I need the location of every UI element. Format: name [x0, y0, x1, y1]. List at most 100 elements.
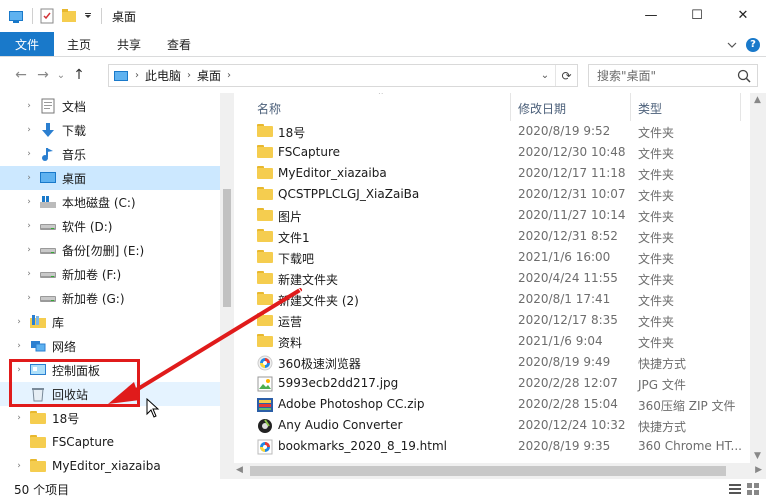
- expand-chevron-icon[interactable]: ›: [14, 341, 24, 351]
- sidebar-item[interactable]: › 18号: [0, 406, 232, 430]
- address-history-dropdown[interactable]: ⌄: [535, 70, 555, 81]
- nav-scrollbar-thumb[interactable]: [223, 189, 231, 307]
- tab-file[interactable]: 文件: [0, 32, 55, 56]
- help-button[interactable]: ?: [746, 37, 760, 52]
- minimize-button[interactable]: —: [628, 0, 674, 30]
- file-row[interactable]: 文件1 2020/12/31 8:52 文件夹: [240, 226, 750, 247]
- column-type[interactable]: 类型: [638, 100, 662, 117]
- search-input[interactable]: [597, 68, 727, 83]
- file-row[interactable]: 资料 2021/1/6 9:04 文件夹: [240, 331, 750, 352]
- file-type: 文件夹: [638, 210, 675, 224]
- download-icon: [40, 122, 56, 138]
- close-button[interactable]: ✕: [720, 0, 766, 30]
- tab-share[interactable]: 共享: [104, 32, 154, 56]
- file-row[interactable]: MyEditor_xiazaiba 2020/12/17 11:18 文件夹: [240, 163, 750, 184]
- chevron-down-icon[interactable]: [726, 39, 738, 51]
- title-bar: 桌面 — ☐ ✕: [0, 0, 766, 32]
- file-row[interactable]: 新建文件夹 (2) 2020/8/1 17:41 文件夹: [240, 289, 750, 310]
- scroll-up-icon[interactable]: ▲: [754, 95, 761, 105]
- expand-chevron-icon[interactable]: ›: [24, 101, 34, 111]
- file-type: 360压缩 ZIP 文件: [638, 399, 736, 413]
- sidebar-item[interactable]: › 库: [0, 310, 232, 334]
- expand-chevron-icon[interactable]: ›: [24, 125, 34, 135]
- refresh-button[interactable]: ⟳: [555, 65, 577, 86]
- file-row[interactable]: bookmarks_2020_8_19.html 2020/8/19 9:35 36…: [240, 436, 750, 457]
- nav-scrollbar[interactable]: [220, 93, 234, 479]
- expand-chevron-icon[interactable]: ›: [24, 149, 34, 159]
- sidebar-item[interactable]: › 网络: [0, 334, 232, 358]
- tab-view[interactable]: 查看: [154, 32, 204, 56]
- sidebar-item[interactable]: › 软件 (D:): [0, 214, 232, 238]
- sidebar-item[interactable]: › 桌面: [0, 166, 232, 190]
- file-name: Any Audio Converter: [278, 418, 403, 432]
- view-toggles: [728, 482, 760, 496]
- expand-chevron-icon[interactable]: ›: [24, 245, 34, 255]
- sidebar-item[interactable]: › 备份[勿删] (E:): [0, 238, 232, 262]
- sidebar-item-label: 新加卷 (F:): [62, 267, 122, 282]
- back-button[interactable]: ←: [10, 64, 32, 86]
- sidebar-item[interactable]: FSCapture: [0, 430, 232, 454]
- maximize-button[interactable]: ☐: [674, 0, 720, 30]
- expand-chevron-icon[interactable]: ›: [14, 413, 24, 423]
- large-icons-view-icon[interactable]: [746, 482, 760, 496]
- expand-chevron-icon[interactable]: ›: [14, 317, 24, 327]
- file-date: 2020/2/28 12:07: [518, 376, 618, 390]
- expand-chevron-icon[interactable]: ›: [24, 269, 34, 279]
- customize-toolbar-icon[interactable]: [83, 8, 93, 24]
- content-vertical-scrollbar[interactable]: ▲ ▼: [750, 93, 766, 463]
- up-button[interactable]: ↑: [68, 64, 90, 86]
- horizontal-scrollbar-thumb[interactable]: [250, 466, 726, 476]
- file-row[interactable]: FSCapture 2020/12/30 10:48 文件夹: [240, 142, 750, 163]
- sidebar-item[interactable]: › 文档: [0, 94, 232, 118]
- details-view-icon[interactable]: [728, 482, 742, 496]
- expand-chevron-icon[interactable]: ›: [24, 293, 34, 303]
- column-divider[interactable]: [630, 93, 631, 121]
- sidebar-item[interactable]: › 本地磁盘 (C:): [0, 190, 232, 214]
- file-row[interactable]: 下载吧 2021/1/6 16:00 文件夹: [240, 247, 750, 268]
- properties-icon[interactable]: [39, 8, 55, 24]
- column-divider[interactable]: [740, 93, 741, 121]
- scroll-right-icon[interactable]: ▶: [755, 465, 762, 475]
- forward-button[interactable]: →: [32, 64, 54, 86]
- content-horizontal-scrollbar[interactable]: ◀ ▶: [232, 463, 766, 479]
- sidebar-item[interactable]: › MyEditor_xiazaiba: [0, 454, 232, 478]
- search-icon[interactable]: [737, 69, 751, 83]
- breadcrumb-this-pc[interactable]: 此电脑: [145, 67, 181, 84]
- breadcrumb-separator[interactable]: ›: [135, 70, 139, 81]
- expand-chevron-icon[interactable]: ›: [24, 197, 34, 207]
- file-row[interactable]: Any Audio Converter 2020/12/24 10:32 快捷方式: [240, 415, 750, 436]
- address-bar[interactable]: › 此电脑 › 桌面 › ⌄ ⟳: [108, 64, 578, 87]
- new-folder-icon[interactable]: [61, 8, 77, 24]
- drive-icon: [40, 218, 56, 234]
- sidebar-item[interactable]: › 新加卷 (G:): [0, 286, 232, 310]
- file-row[interactable]: Adobe Photoshop CC.zip 2020/2/28 15:04 360…: [240, 394, 750, 415]
- expand-chevron-icon[interactable]: ›: [24, 221, 34, 231]
- sidebar-item[interactable]: › 下载: [0, 118, 232, 142]
- file-row[interactable]: QCSTPPLCLGJ_XiaZaiBa 2020/12/31 10:07 文件夹: [240, 184, 750, 205]
- breadcrumb-separator[interactable]: ›: [187, 70, 191, 81]
- column-divider[interactable]: [510, 93, 511, 121]
- file-row[interactable]: 5993ecb2dd217.jpg 2020/2/28 12:07 JPG 文件: [240, 373, 750, 394]
- file-row[interactable]: 18号 2020/8/19 9:52 文件夹: [240, 121, 750, 142]
- file-row[interactable]: 新建文件夹 2020/4/24 11:55 文件夹: [240, 268, 750, 289]
- sidebar-item-label: 本地磁盘 (C:): [62, 195, 136, 210]
- column-name[interactable]: 名称: [257, 100, 281, 117]
- breadcrumb-desktop[interactable]: 桌面: [197, 67, 221, 84]
- scroll-down-icon[interactable]: ▼: [754, 451, 761, 461]
- column-date[interactable]: 修改日期: [518, 100, 566, 117]
- expand-chevron-icon[interactable]: ›: [14, 461, 24, 471]
- scroll-left-icon[interactable]: ◀: [236, 465, 243, 475]
- tab-home[interactable]: 主页: [54, 32, 104, 56]
- breadcrumb-separator[interactable]: ›: [227, 70, 231, 81]
- file-list: ⌃ 名称 修改日期 类型 18号 2020/8/19 9:52 文件夹 FSCaptu…: [240, 93, 750, 463]
- file-row[interactable]: 360极速浏览器 2020/8/19 9:49 快捷方式: [240, 352, 750, 373]
- sidebar-item[interactable]: › 音乐: [0, 142, 232, 166]
- search-box[interactable]: [588, 64, 758, 87]
- expand-chevron-icon[interactable]: ›: [24, 173, 34, 183]
- file-row[interactable]: 运营 2020/12/17 8:35 文件夹: [240, 310, 750, 331]
- file-date: 2020/12/30 10:48: [518, 145, 626, 159]
- recent-locations-button[interactable]: ⌄: [54, 64, 68, 86]
- window-app-icon[interactable]: [8, 8, 24, 24]
- file-row[interactable]: 图片 2020/11/27 10:14 文件夹: [240, 205, 750, 226]
- sidebar-item[interactable]: › 新加卷 (F:): [0, 262, 232, 286]
